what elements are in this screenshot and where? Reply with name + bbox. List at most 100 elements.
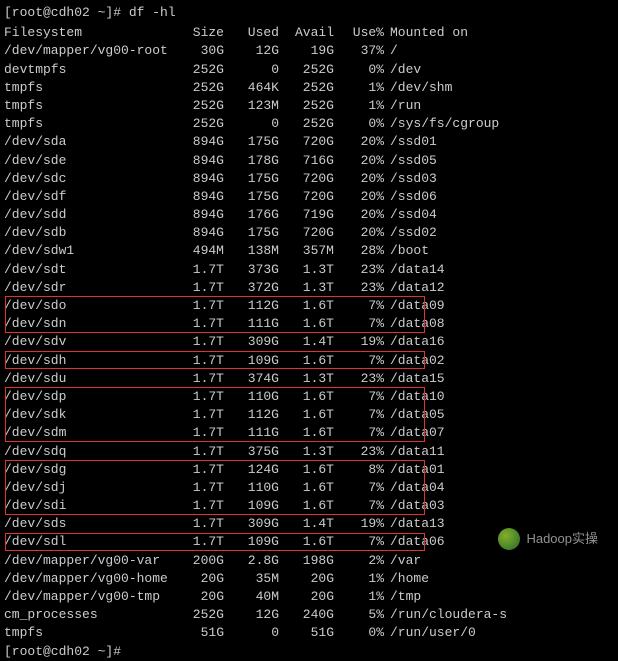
cell-filesystem: /dev/sdc [4, 170, 169, 188]
cell-used: 109G [224, 352, 279, 370]
cell-mount: /home [384, 570, 429, 588]
cell-usep: 23% [334, 370, 384, 388]
table-row: /dev/sdw1494M138M357M28%/boot [4, 242, 614, 260]
shell-prompt: [root@cdh02 ~]# df -hl [4, 4, 614, 22]
cell-filesystem: /dev/sdv [4, 333, 169, 351]
cell-mount: /run/cloudera-s [384, 606, 507, 624]
cell-filesystem: /dev/sdu [4, 370, 169, 388]
header-used: Used [224, 24, 279, 42]
cell-size: 1.7T [169, 424, 224, 442]
cell-size: 894G [169, 133, 224, 151]
cell-usep: 37% [334, 42, 384, 60]
header-filesystem: Filesystem [4, 24, 169, 42]
cell-avail: 1.6T [279, 388, 334, 406]
cell-filesystem: cm_processes [4, 606, 169, 624]
cell-filesystem: tmpfs [4, 624, 169, 642]
cell-usep: 23% [334, 443, 384, 461]
cell-usep: 0% [334, 115, 384, 133]
table-row: /dev/sdf894G175G720G20%/ssd06 [4, 188, 614, 206]
cell-used: 175G [224, 133, 279, 151]
cell-filesystem: /dev/sdo [4, 297, 169, 315]
table-row: /dev/sdg1.7T124G1.6T8%/data01 [4, 461, 614, 479]
table-row: tmpfs252G464K252G1%/dev/shm [4, 79, 614, 97]
cell-avail: 20G [279, 570, 334, 588]
cell-avail: 1.6T [279, 497, 334, 515]
table-row: /dev/sdp1.7T110G1.6T7%/data10 [4, 388, 614, 406]
cell-mount: /data13 [384, 515, 445, 533]
cell-mount: /data11 [384, 443, 445, 461]
cell-used: 110G [224, 388, 279, 406]
cell-avail: 1.3T [279, 279, 334, 297]
cell-used: 35M [224, 570, 279, 588]
cell-usep: 1% [334, 79, 384, 97]
cell-filesystem: /dev/sdj [4, 479, 169, 497]
table-row: tmpfs252G0252G0%/sys/fs/cgroup [4, 115, 614, 133]
table-row: /dev/sdb894G175G720G20%/ssd02 [4, 224, 614, 242]
cell-avail: 719G [279, 206, 334, 224]
cell-size: 1.7T [169, 406, 224, 424]
cell-mount: /sys/fs/cgroup [384, 115, 499, 133]
cell-usep: 20% [334, 152, 384, 170]
table-row: /dev/sdc894G175G720G20%/ssd03 [4, 170, 614, 188]
table-row: /dev/sdh1.7T109G1.6T7%/data02 [4, 352, 614, 370]
cell-filesystem: /dev/sdp [4, 388, 169, 406]
cell-size: 1.7T [169, 479, 224, 497]
cell-usep: 8% [334, 461, 384, 479]
cell-size: 1.7T [169, 388, 224, 406]
cell-avail: 252G [279, 97, 334, 115]
cell-filesystem: /dev/sdi [4, 497, 169, 515]
cell-usep: 28% [334, 242, 384, 260]
cell-used: 12G [224, 606, 279, 624]
cell-usep: 7% [334, 479, 384, 497]
cell-used: 111G [224, 315, 279, 333]
cell-size: 1.7T [169, 279, 224, 297]
table-row: /dev/mapper/vg00-home20G35M20G1%/home [4, 570, 614, 588]
cell-used: 375G [224, 443, 279, 461]
cell-usep: 1% [334, 97, 384, 115]
cell-avail: 1.3T [279, 370, 334, 388]
table-row: /dev/sdo1.7T112G1.6T7%/data09 [4, 297, 614, 315]
table-row: /dev/sdn1.7T111G1.6T7%/data08 [4, 315, 614, 333]
cell-used: 309G [224, 333, 279, 351]
cell-filesystem: /dev/sdt [4, 261, 169, 279]
cell-filesystem: /dev/sdk [4, 406, 169, 424]
cell-used: 111G [224, 424, 279, 442]
table-row: /dev/mapper/vg00-tmp20G40M20G1%/tmp [4, 588, 614, 606]
cell-used: 109G [224, 533, 279, 551]
cell-used: 176G [224, 206, 279, 224]
cell-usep: 19% [334, 333, 384, 351]
cell-filesystem: /dev/mapper/vg00-home [4, 570, 169, 588]
cell-used: 123M [224, 97, 279, 115]
cell-mount: /ssd06 [384, 188, 437, 206]
cell-used: 2.8G [224, 552, 279, 570]
header-size: Size [169, 24, 224, 42]
table-row: /dev/sdj1.7T110G1.6T7%/data04 [4, 479, 614, 497]
cell-size: 1.7T [169, 370, 224, 388]
cell-used: 40M [224, 588, 279, 606]
cell-filesystem: /dev/sdm [4, 424, 169, 442]
cell-used: 112G [224, 406, 279, 424]
table-row: /dev/sdv1.7T309G1.4T19%/data16 [4, 333, 614, 351]
cell-filesystem: tmpfs [4, 79, 169, 97]
cell-mount: /ssd02 [384, 224, 437, 242]
cell-usep: 19% [334, 515, 384, 533]
watermark: Hadoop实操 [498, 528, 598, 550]
cell-used: 124G [224, 461, 279, 479]
cell-mount: /data15 [384, 370, 445, 388]
cell-avail: 720G [279, 224, 334, 242]
cell-usep: 2% [334, 552, 384, 570]
cell-usep: 1% [334, 588, 384, 606]
cell-size: 1.7T [169, 497, 224, 515]
table-row: /dev/sdr1.7T372G1.3T23%/data12 [4, 279, 614, 297]
cell-usep: 7% [334, 497, 384, 515]
cell-size: 252G [169, 115, 224, 133]
header-mount: Mounted on [384, 24, 468, 42]
shell-prompt-next[interactable]: [root@cdh02 ~]# [4, 643, 614, 661]
cell-mount: /run [384, 97, 421, 115]
cell-avail: 720G [279, 133, 334, 151]
table-row: /dev/sdt1.7T373G1.3T23%/data14 [4, 261, 614, 279]
cell-size: 1.7T [169, 461, 224, 479]
cell-usep: 7% [334, 297, 384, 315]
cell-avail: 716G [279, 152, 334, 170]
cell-mount: / [384, 42, 398, 60]
